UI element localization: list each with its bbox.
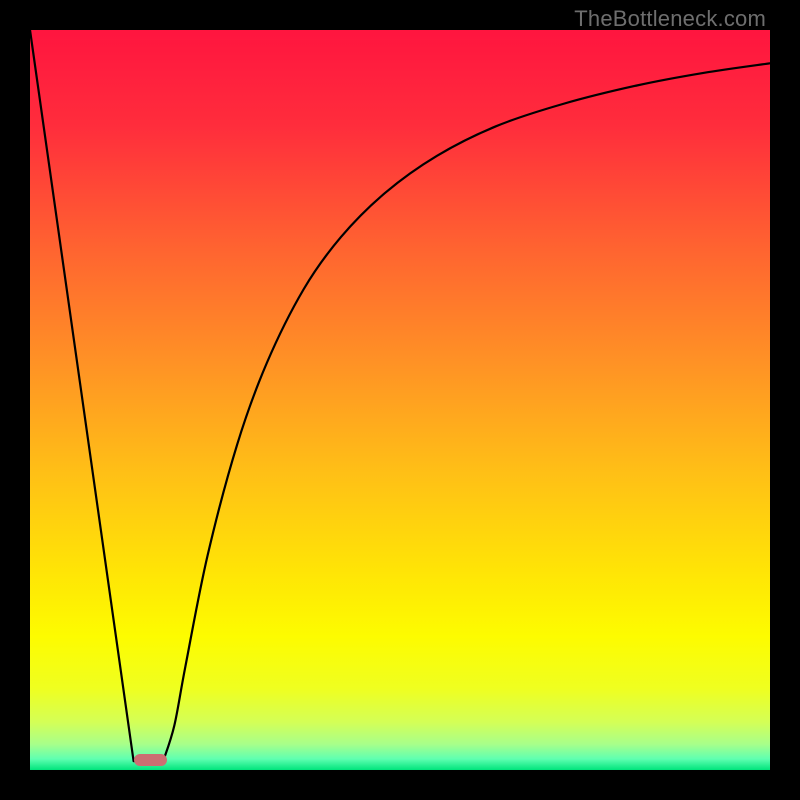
bottleneck-curve [30, 30, 770, 770]
optimal-point-marker [134, 754, 167, 766]
chart-frame: TheBottleneck.com [0, 0, 800, 800]
watermark-text: TheBottleneck.com [574, 6, 766, 32]
plot-area [30, 30, 770, 770]
